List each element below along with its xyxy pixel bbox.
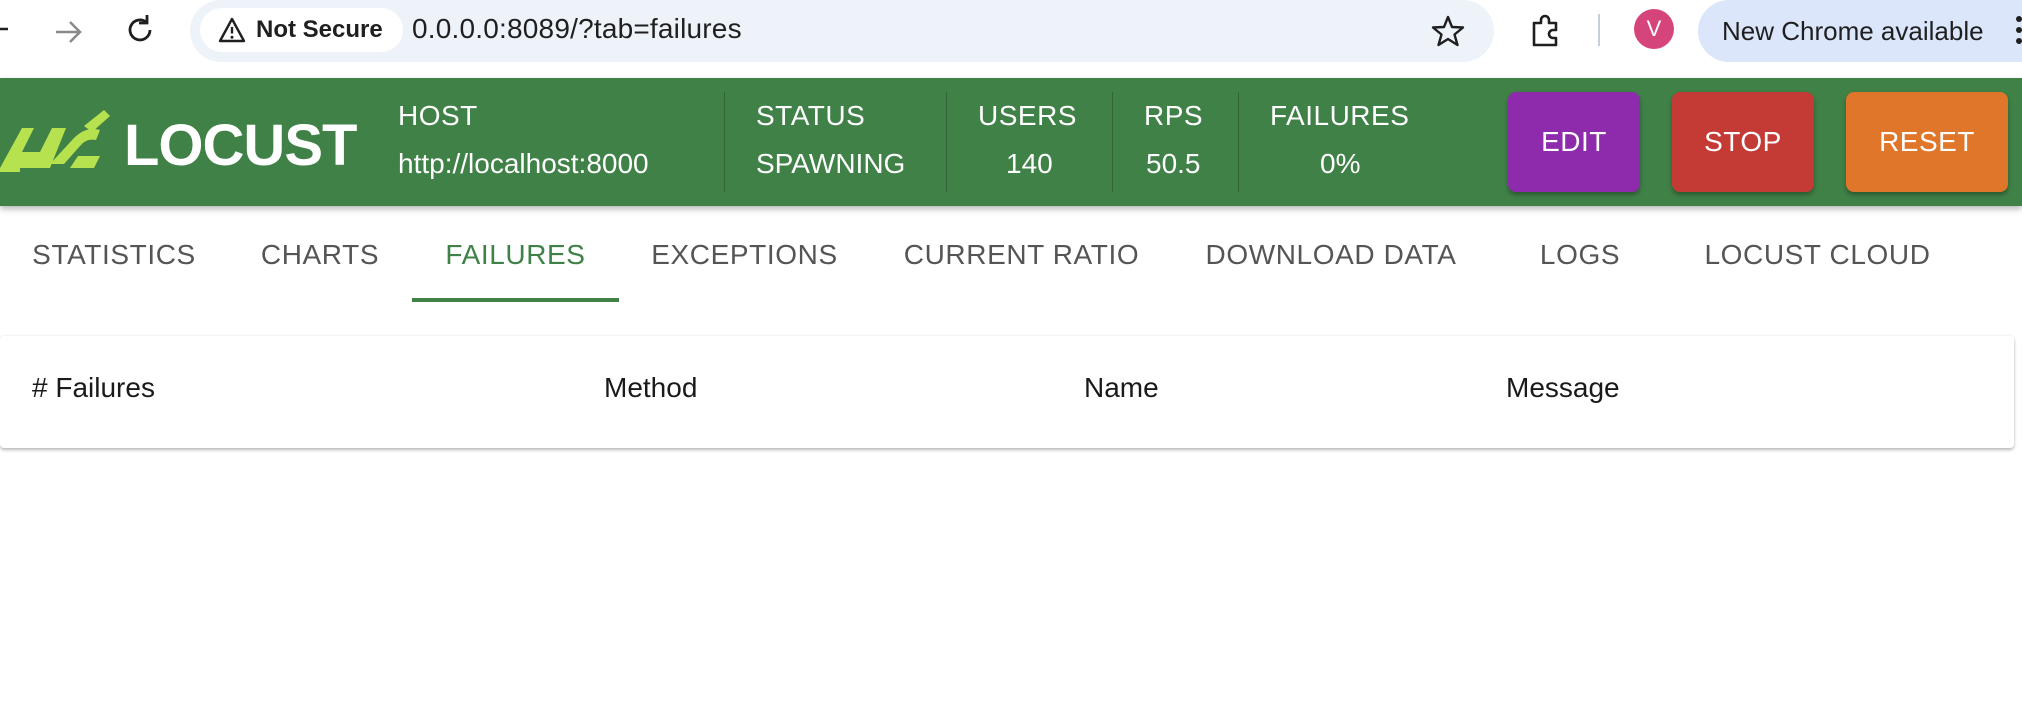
tab-charts[interactable]: CHARTS bbox=[228, 206, 412, 304]
toolbar-divider bbox=[1598, 14, 1600, 46]
tab-exceptions[interactable]: EXCEPTIONS bbox=[619, 206, 870, 304]
failures-label: FAILURES bbox=[1270, 100, 1410, 131]
forward-arrow-icon[interactable] bbox=[50, 14, 86, 50]
tab-download-data[interactable]: DOWNLOAD DATA bbox=[1173, 206, 1489, 304]
chrome-update-button[interactable]: New Chrome available bbox=[1698, 0, 2022, 62]
users-stat: USERS 140 bbox=[978, 78, 1078, 206]
host-label: HOST bbox=[398, 100, 478, 131]
status-value: SPAWNING bbox=[756, 148, 906, 179]
site-security-chip[interactable]: Not Secure bbox=[200, 8, 403, 52]
star-icon[interactable] bbox=[1430, 13, 1466, 49]
column-header-failures[interactable]: # Failures bbox=[32, 372, 155, 404]
tab-statistics[interactable]: STATISTICS bbox=[0, 206, 228, 304]
locust-logo[interactable]: LOCUST bbox=[0, 108, 360, 178]
tab-failures[interactable]: FAILURES bbox=[412, 206, 619, 304]
address-bar[interactable]: Not Secure 0.0.0.0:8089/?tab=failures bbox=[190, 0, 1494, 62]
stat-divider bbox=[1112, 92, 1113, 192]
back-arrow-icon[interactable] bbox=[0, 14, 14, 44]
tab-locust-cloud[interactable]: LOCUST CLOUD bbox=[1671, 206, 1964, 304]
column-header-message[interactable]: Message bbox=[1506, 372, 1620, 404]
column-header-method[interactable]: Method bbox=[604, 372, 697, 404]
reload-icon[interactable] bbox=[122, 12, 158, 48]
edit-button[interactable]: EDIT bbox=[1508, 92, 1640, 192]
more-menu-icon[interactable] bbox=[2016, 16, 2022, 48]
stat-divider bbox=[724, 92, 725, 192]
warning-icon bbox=[218, 17, 246, 43]
failures-value: 0% bbox=[1320, 148, 1361, 179]
reset-button[interactable]: RESET bbox=[1846, 92, 2008, 192]
column-header-name[interactable]: Name bbox=[1084, 372, 1159, 404]
failures-table: # Failures Method Name Message bbox=[0, 336, 2014, 448]
url-text[interactable]: 0.0.0.0:8089/?tab=failures bbox=[412, 13, 742, 45]
tab-logs[interactable]: LOGS bbox=[1489, 206, 1671, 304]
profile-avatar[interactable]: V bbox=[1634, 9, 1674, 49]
tab-current-ratio[interactable]: CURRENT RATIO bbox=[870, 206, 1173, 304]
stat-divider bbox=[1238, 92, 1239, 192]
tab-bar: STATISTICS CHARTS FAILURES EXCEPTIONS CU… bbox=[0, 206, 2022, 304]
host-value: http://localhost:8000 bbox=[398, 148, 649, 179]
brand-name: LOCUST bbox=[124, 113, 357, 178]
security-label: Not Secure bbox=[256, 16, 383, 43]
active-tab-indicator bbox=[412, 298, 619, 302]
users-label: USERS bbox=[978, 100, 1077, 131]
status-label: STATUS bbox=[756, 100, 866, 131]
rps-label: RPS bbox=[1144, 100, 1204, 131]
browser-toolbar: Not Secure 0.0.0.0:8089/?tab=failures V … bbox=[0, 0, 2022, 78]
rps-value: 50.5 bbox=[1146, 148, 1201, 179]
extensions-icon[interactable] bbox=[1526, 11, 1566, 51]
locust-logo-icon bbox=[0, 110, 110, 172]
users-value: 140 bbox=[1006, 148, 1053, 179]
stat-divider bbox=[946, 92, 947, 192]
stop-button[interactable]: STOP bbox=[1672, 92, 1814, 192]
locust-navbar: LOCUST HOST http://localhost:8000 STATUS… bbox=[0, 78, 2022, 206]
update-label: New Chrome available bbox=[1722, 15, 1984, 46]
